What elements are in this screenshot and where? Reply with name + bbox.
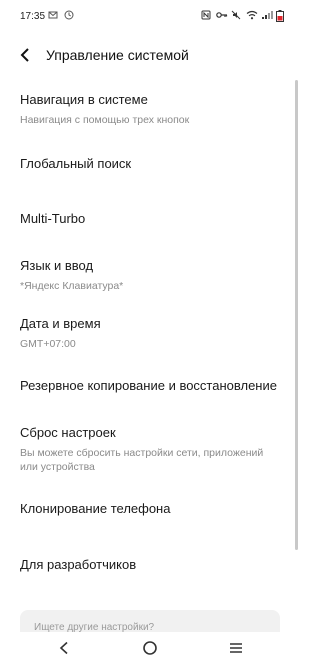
list-item-developer-options[interactable]: Для разработчиков [20,557,290,572]
nav-back-button[interactable] [51,636,77,660]
system-nav-bar [0,632,300,664]
list-item-multi-turbo[interactable]: Multi-Turbo [20,211,290,226]
list-item-backup-restore[interactable]: Резервное копирование и восстановление [20,378,290,393]
item-title: Глобальный поиск [20,156,132,171]
header: Управление системой [0,36,300,76]
page-title: Управление системой [46,47,189,63]
list-item-date-time[interactable]: Дата и время GMT+07:00 [20,316,290,351]
back-button[interactable] [14,44,36,66]
clock-icon [64,10,74,20]
item-subtitle: GMT+07:00 [20,338,76,350]
nfc-icon [201,10,211,20]
item-title: Сброс настроек [20,425,116,440]
nav-home-button[interactable] [137,636,163,660]
wifi-icon [246,10,258,20]
item-title: Для разработчиков [20,557,137,572]
signal-icon [261,10,273,20]
item-title: Multi-Turbo [20,211,86,226]
item-subtitle: Навигация с помощью трех кнопок [20,114,190,126]
item-title: Клонирование телефона [20,501,171,516]
home-icon [143,641,157,655]
status-bar: 17:35 [0,0,300,36]
nav-menu-button[interactable] [223,636,249,660]
status-right-icons [201,10,286,22]
battery-icon [276,10,286,22]
item-subtitle: Вы можете сбросить настройки сети, прило… [20,447,264,473]
item-title: Дата и время [20,316,101,331]
scrollbar[interactable] [295,80,298,550]
list-item-reset[interactable]: Сброс настроек Вы можете сбросить настро… [20,425,290,474]
item-title: Резервное копирование и восстановление [20,378,277,393]
item-subtitle: *Яндекс Клавиатура* [20,280,124,292]
mail-icon [48,10,58,20]
list-item-global-search[interactable]: Глобальный поиск [20,156,290,171]
list-item-language-input[interactable]: Язык и ввод *Яндекс Клавиатура* [20,258,290,293]
menu-icon [230,643,242,653]
status-left-icons [48,10,74,20]
list-item-navigation[interactable]: Навигация в системе Навигация с помощью … [20,92,290,127]
back-icon [59,641,68,655]
item-title: Язык и ввод [20,258,94,273]
item-title: Навигация в системе [20,92,148,107]
status-time: 17:35 [20,11,46,22]
mute-icon [231,10,241,20]
list-item-phone-clone[interactable]: Клонирование телефона [20,501,290,516]
key-icon [216,10,228,20]
back-arrow-icon [20,48,29,62]
